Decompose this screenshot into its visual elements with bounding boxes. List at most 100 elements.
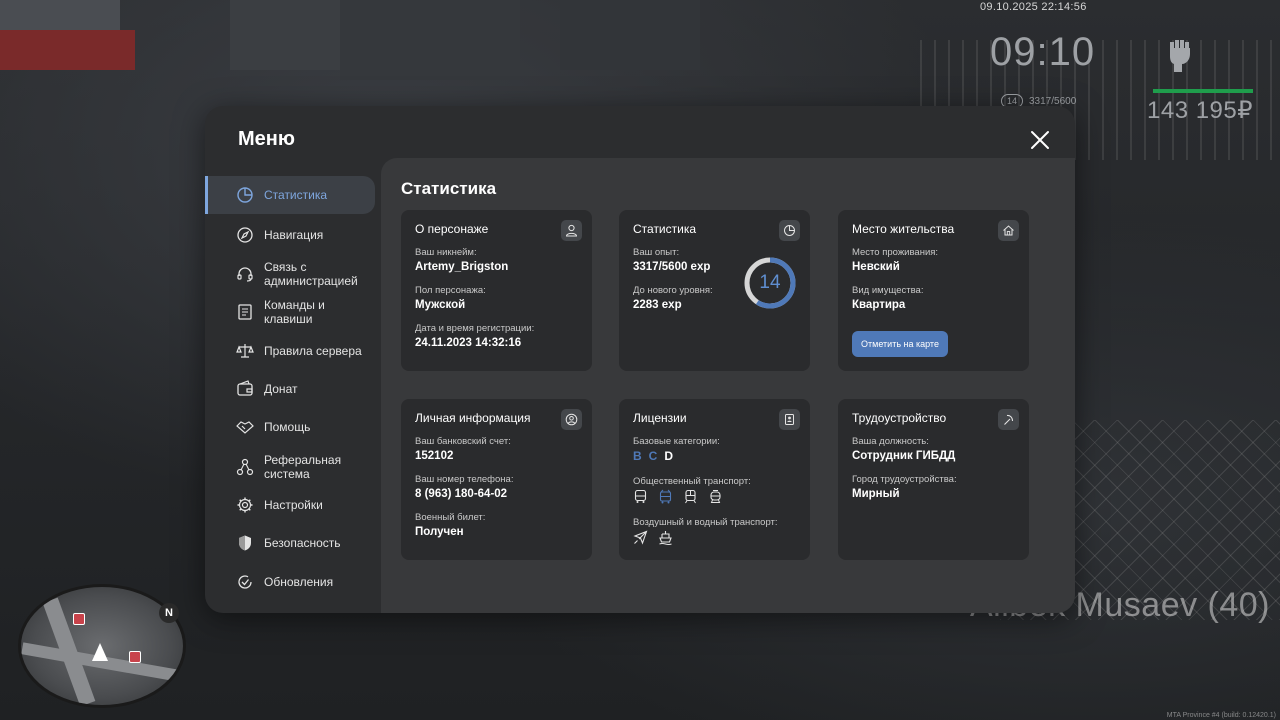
card-icon-frame (998, 220, 1019, 241)
gender-value: Мужской (415, 299, 466, 311)
pie-chart-icon (237, 187, 253, 203)
sidebar-item-label: Правила сервера (264, 344, 362, 358)
sidebar-item-admin-contact[interactable]: Связь с администрацией (205, 258, 375, 290)
pie-chart-icon (784, 225, 795, 236)
field-label: Ваш номер телефона: (415, 474, 514, 485)
public-transport-icons (633, 489, 723, 504)
nickname-value: Artemy_Brigston (415, 261, 509, 273)
house-icon (1003, 225, 1014, 236)
train-icon (685, 489, 696, 504)
card-title: О персонаже (415, 222, 489, 236)
card-icon-frame (779, 409, 800, 430)
residence-value: Невский (852, 261, 900, 273)
airplane-icon (633, 530, 648, 545)
work-city-value: Мирный (852, 488, 900, 500)
sidebar-item-updates[interactable]: Обновления (205, 570, 375, 594)
card-statistics: Статистика Ваш опыт: 3317/5600 exp До но… (619, 210, 810, 371)
field-label: Пол персонажа: (415, 285, 486, 296)
user-circle-icon (565, 413, 578, 426)
sidebar-item-settings[interactable]: Настройки (205, 493, 375, 517)
card-icon-frame (998, 409, 1019, 430)
fist-icon (1170, 40, 1190, 72)
phone-value: 8 (963) 180-64-02 (415, 488, 508, 500)
minimap-marker (129, 651, 141, 663)
ship-icon (659, 531, 672, 545)
id-badge-icon (785, 414, 794, 425)
sidebar-item-statistics[interactable]: Статистика (205, 176, 375, 214)
tram-icon (710, 490, 721, 503)
sidebar-item-label: Помощь (264, 420, 311, 434)
field-label: Ваш опыт: (633, 247, 680, 258)
hud-clock: 09:10 (990, 30, 1096, 74)
field-label: Дата и время регистрации: (415, 323, 535, 334)
sidebar-item-help[interactable]: Помощь (205, 415, 375, 439)
sidebar-item-label: Донат (264, 382, 298, 396)
document-icon (238, 304, 252, 320)
bank-account-value: 152102 (415, 450, 454, 462)
pickaxe-icon (1004, 414, 1014, 425)
sidebar-item-referral[interactable]: Реферальная система (205, 451, 375, 483)
compass-icon (237, 227, 253, 243)
field-label: Ваш никнейм: (415, 247, 477, 258)
sidebar-item-label: Обновления (264, 575, 334, 589)
license-category-d: D (664, 449, 674, 463)
menu-title: Меню (238, 128, 295, 150)
sidebar-item-commands[interactable]: Команды и клавиши (205, 296, 375, 328)
card-title: Место жительства (852, 222, 955, 236)
handshake-icon (236, 421, 254, 434)
minimap-north-indicator: N (159, 603, 179, 623)
field-label: Ваш банковский счет: (415, 436, 511, 447)
exp-value: 3317/5600 exp (633, 261, 711, 273)
hud-money: 143 195₽ (1147, 97, 1254, 124)
card-title: Трудоустройство (852, 411, 947, 425)
registration-value: 24.11.2023 14:32:16 (415, 337, 522, 349)
sidebar-item-label: Настройки (264, 498, 323, 512)
card-character: О персонаже Ваш никнейм: Artemy_Brigston… (401, 210, 592, 371)
license-category-c: C (648, 449, 658, 463)
field-label: Базовые категории: (633, 436, 720, 447)
card-icon-frame (561, 409, 582, 430)
field-label: Город трудоустройства: (852, 474, 957, 485)
sidebar-item-rules[interactable]: Правила сервера (205, 339, 375, 363)
menu-window: Меню Статистика Навигация Связь с админи… (205, 106, 1075, 613)
network-icon (236, 458, 254, 476)
card-title: Лицензии (633, 411, 687, 425)
user-icon (565, 224, 578, 237)
sidebar-item-label: Команды и клавиши (264, 298, 325, 326)
card-personal-info: Личная информация Ваш банковский счет: 1… (401, 399, 592, 560)
mark-on-map-button[interactable]: Отметить на карте (852, 331, 948, 357)
field-label: Место проживания: (852, 247, 939, 258)
card-title: Статистика (633, 222, 697, 236)
gear-icon (237, 497, 253, 513)
card-icon-frame (561, 220, 582, 241)
field-label: Воздушный и водный транспорт: (633, 517, 778, 528)
level-number: 14 (759, 272, 781, 293)
shield-icon (239, 535, 251, 551)
air-water-transport-icons (633, 530, 673, 545)
field-label: Военный билет: (415, 512, 486, 523)
content-title: Статистика (401, 179, 497, 198)
sidebar-item-label: Навигация (264, 228, 324, 242)
minimap-player-arrow (92, 643, 108, 661)
wallet-icon (237, 380, 253, 396)
position-value: Сотрудник ГИБДД (852, 450, 956, 462)
card-title: Личная информация (415, 411, 531, 425)
sidebar-item-label: Реферальная система (264, 453, 342, 481)
content-panel: Статистика О персонаже Ваш никнейм: Arte… (381, 158, 1075, 613)
field-label: До нового уровня: (633, 285, 713, 296)
license-categories: B C D (633, 449, 673, 463)
card-employment: Трудоустройство Ваша должность: Сотрудни… (838, 399, 1029, 560)
sidebar-item-navigation[interactable]: Навигация (205, 223, 375, 247)
sidebar-item-donate[interactable]: Донат (205, 377, 375, 401)
headset-icon (237, 267, 253, 282)
scales-icon (236, 344, 254, 358)
close-icon[interactable] (1027, 127, 1053, 153)
minimap-marker (73, 613, 85, 625)
card-licenses: Лицензии Базовые категории: B C D Общест… (619, 399, 810, 560)
field-label: Ваша должность: (852, 436, 929, 447)
bus-icon (634, 489, 647, 503)
sidebar-item-security[interactable]: Безопасность (205, 531, 375, 555)
field-label: Общественный транспорт: (633, 476, 751, 487)
build-info: MTA Province #4 (build: 0.12420.1) (1166, 712, 1276, 719)
sidebar-item-label: Безопасность (264, 536, 341, 550)
